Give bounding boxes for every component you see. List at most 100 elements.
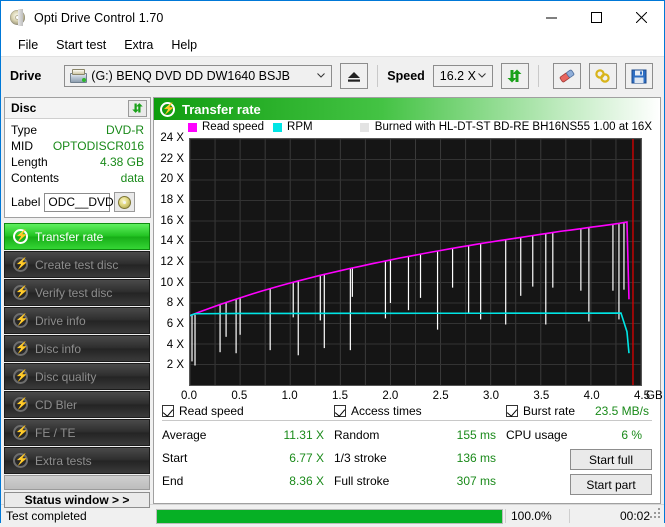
eject-button[interactable] <box>340 63 368 89</box>
access-full-stroke-value: 307 ms <box>457 474 496 488</box>
burn-note: Burned with HL-DT-ST BD-RE BH16NS55 1.00… <box>360 121 652 133</box>
status-window-button[interactable]: Status window > > <box>4 492 150 508</box>
disc-row-length-key: Length <box>11 155 48 169</box>
menu-extra[interactable]: Extra <box>115 36 162 55</box>
sidebar-item-label: Disc info <box>35 342 81 356</box>
chevron-down-icon <box>478 73 486 78</box>
start-full-button[interactable]: Start full <box>570 449 652 470</box>
access-times-label: Access times <box>351 404 422 418</box>
disc-panel: Disc Type DVD-R MID OPT <box>4 97 151 218</box>
resize-grip-icon[interactable] <box>650 508 661 519</box>
y-tick-label: 12 X <box>160 256 184 268</box>
optical-disc-icon <box>9 9 27 27</box>
x-axis-unit: GB <box>646 390 663 402</box>
stats-area: Read speed Average 11.31 X Start 6.77 X … <box>154 400 660 503</box>
read-speed-checkbox-row[interactable]: Read speed <box>162 404 334 421</box>
sidebar-item-cd-bler[interactable]: ⚡ CD Bler <box>4 391 150 418</box>
burst-rate-checkbox-row[interactable]: Burst rate 23.5 MB/s <box>506 404 652 421</box>
access-times-checkbox[interactable] <box>334 405 346 417</box>
menu-start-test[interactable]: Start test <box>47 36 115 55</box>
sidebar-item-label: Disc quality <box>35 370 96 384</box>
drive-icon <box>70 69 87 84</box>
disc-details-button[interactable] <box>114 192 135 212</box>
sidebar-item-label: Extra tests <box>35 454 92 468</box>
disc-test-icon: ⚡ <box>13 229 28 244</box>
transfer-rate-chart: Read speed RPM Burned with HL-DT-ST BD-R… <box>154 120 660 400</box>
close-button[interactable] <box>619 1 664 34</box>
minimize-button[interactable] <box>529 1 574 34</box>
speed-select[interactable]: 16.2 X <box>433 65 493 87</box>
cpu-usage-key: CPU usage <box>506 428 567 442</box>
window-controls <box>529 1 664 34</box>
drive-select[interactable]: (G:) BENQ DVD DD DW1640 BSJB <box>64 65 332 87</box>
access-random-key: Random <box>334 428 379 442</box>
menu-file[interactable]: File <box>9 36 47 55</box>
erase-button[interactable] <box>553 63 581 89</box>
sidebar-item-create-test-disc[interactable]: ⚡ Create test disc <box>4 251 150 278</box>
sidebar-item-transfer-rate[interactable]: ⚡ Transfer rate <box>4 223 150 250</box>
start-part-button[interactable]: Start part <box>570 474 652 495</box>
save-button[interactable] <box>625 63 653 89</box>
y-tick-label: 14 X <box>160 235 184 247</box>
toolbar: Drive (G:) BENQ DVD DD DW1640 BSJB Speed… <box>1 57 664 95</box>
read-speed-checkbox[interactable] <box>162 405 174 417</box>
refresh-button[interactable] <box>501 63 529 89</box>
disc-test-icon: ⚡ <box>13 285 28 300</box>
drive-label: Drive <box>10 69 41 83</box>
disc-label-key: Label <box>11 195 40 209</box>
disc-label-input[interactable]: ODC__DVD <box>44 193 110 212</box>
disc-test-icon: ⚡ <box>13 397 28 412</box>
y-tick-label: 2 X <box>167 359 184 371</box>
progress-fill <box>157 510 502 523</box>
burst-rate-checkbox[interactable] <box>506 405 518 417</box>
window-title: Opti Drive Control 1.70 <box>34 11 163 25</box>
access-random-row: Random 155 ms <box>334 423 506 446</box>
left-panel: Disc Type DVD-R MID OPT <box>1 95 153 504</box>
disc-info-rows: Type DVD-R MID OPTODISCR016 Length 4.38 … <box>5 119 150 190</box>
eraser-icon <box>558 68 576 84</box>
sidebar-item-disc-quality[interactable]: ⚡ Disc quality <box>4 363 150 390</box>
menu-help[interactable]: Help <box>162 36 206 55</box>
disc-row-type-value: DVD-R <box>106 123 144 137</box>
burst-rate-column: Burst rate 23.5 MB/s CPU usage 6 % Start… <box>506 404 652 503</box>
disc-panel-header: Disc <box>5 98 150 119</box>
sidebar-item-label: CD Bler <box>35 398 77 412</box>
content-area: Disc Type DVD-R MID OPT <box>1 95 664 504</box>
chart-plot-area[interactable] <box>189 138 642 386</box>
access-times-checkbox-row[interactable]: Access times <box>334 404 506 421</box>
disc-test-icon: ⚡ <box>13 453 28 468</box>
disc-row-type: Type DVD-R <box>11 122 144 138</box>
access-full-stroke-key: Full stroke <box>334 474 389 488</box>
sidebar-item-label: FE / TE <box>35 426 75 440</box>
y-tick-label: 10 X <box>160 277 184 289</box>
legend-label-read-speed: Read speed <box>202 121 264 133</box>
y-tick-label: 16 X <box>160 215 184 227</box>
disc-refresh-button[interactable] <box>128 100 147 117</box>
tools-button[interactable] <box>589 63 617 89</box>
sidebar-item-disc-info[interactable]: ⚡ Disc info <box>4 335 150 362</box>
x-tick-label: 0.5 <box>231 390 247 402</box>
access-third-stroke-key: 1/3 stroke <box>334 451 387 465</box>
sidebar-item-fe-te[interactable]: ⚡ FE / TE <box>4 419 150 446</box>
disc-row-contents-value: data <box>121 171 144 185</box>
maximize-button[interactable] <box>574 1 619 34</box>
x-tick-label: 1.5 <box>332 390 348 402</box>
progress-bar <box>156 509 503 524</box>
read-speed-end-key: End <box>162 474 183 488</box>
sidebar-item-verify-test-disc[interactable]: ⚡ Verify test disc <box>4 279 150 306</box>
sidebar-item-drive-info[interactable]: ⚡ Drive info <box>4 307 150 334</box>
refresh-icon <box>131 102 144 114</box>
disc-row-contents-key: Contents <box>11 171 59 185</box>
sidebar-item-label: Create test disc <box>35 258 118 272</box>
disc-test-icon: ⚡ <box>13 341 28 356</box>
legend-label-rpm: RPM <box>287 121 313 133</box>
menu-bar: File Start test Extra Help <box>1 34 664 56</box>
drive-select-value: (G:) BENQ DVD DD DW1640 BSJB <box>87 69 290 83</box>
x-tick-label: 1.0 <box>282 390 298 402</box>
read-speed-start-row: Start 6.77 X <box>162 446 334 469</box>
access-third-stroke-value: 136 ms <box>457 451 496 465</box>
disc-test-icon: ⚡ <box>160 102 175 117</box>
x-tick-label: 0.0 <box>181 390 197 402</box>
disc-row-length: Length 4.38 GB <box>11 154 144 170</box>
sidebar-item-extra-tests[interactable]: ⚡ Extra tests <box>4 447 150 474</box>
